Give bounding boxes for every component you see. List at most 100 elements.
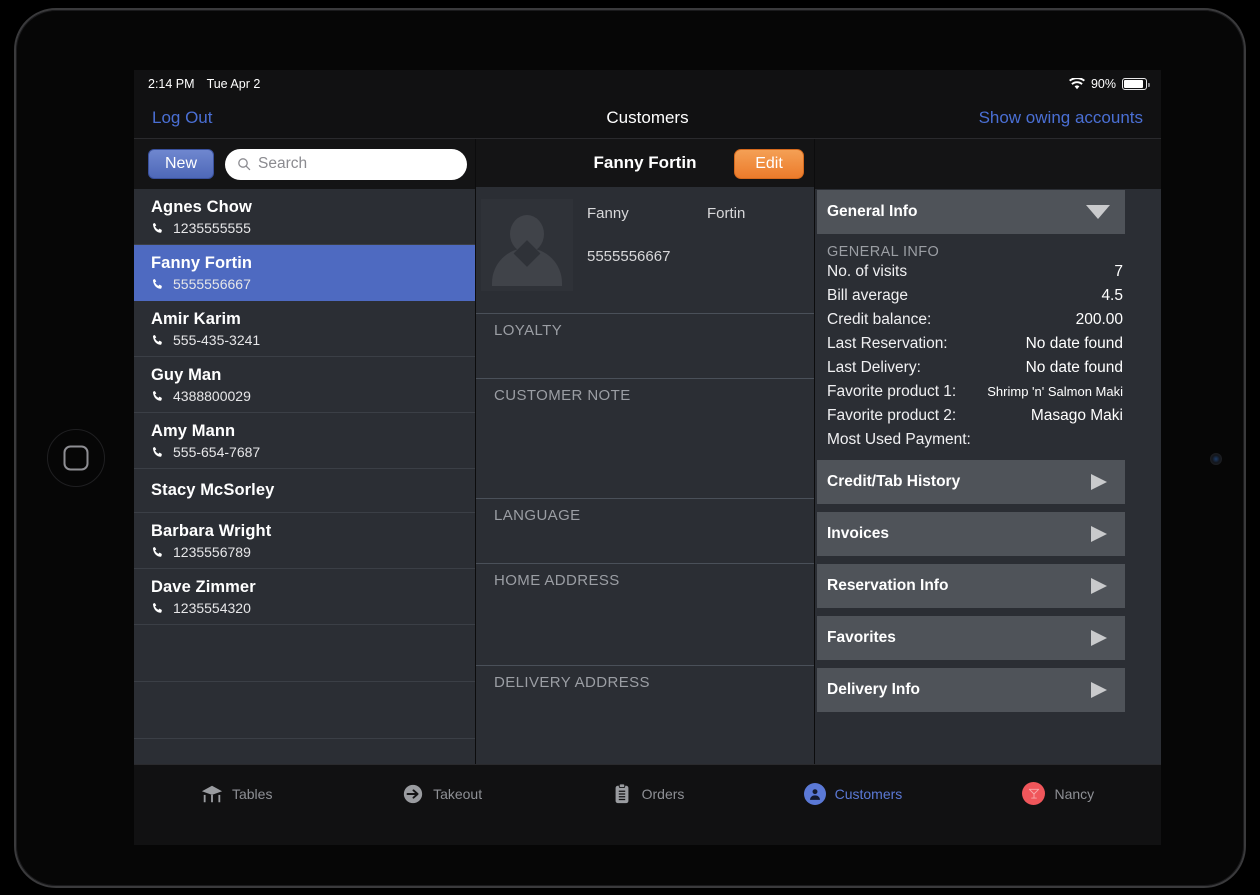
accordion-title: Reservation Info — [827, 577, 949, 594]
section-label: DELIVERY ADDRESS — [494, 673, 650, 691]
detail-header: Fanny Fortin Edit — [476, 139, 814, 187]
general-info-value: 7 — [1114, 263, 1123, 280]
general-info-key: Favorite product 2: — [827, 407, 957, 424]
accordion-title: General Info — [827, 203, 918, 220]
general-info-key: Most Used Payment: — [827, 431, 971, 448]
phone-icon — [152, 603, 162, 613]
customer-name: Amir Karim — [151, 310, 241, 328]
accordion-gap — [815, 660, 1161, 667]
tab-label: Tables — [231, 785, 273, 802]
list-item[interactable]: Dave Zimmer 1235554320 — [134, 569, 475, 625]
list-toolbar: New Search — [134, 139, 475, 189]
accordion-invoices[interactable]: Invoices — [817, 512, 1125, 556]
main-content: New Search Agnes Chow 1235555555 Fanny For… — [134, 139, 1161, 764]
general-info-value: No date found — [1025, 359, 1123, 376]
section-delivery-address[interactable]: DELIVERY ADDRESS — [476, 664, 814, 764]
customer-phone-row: 1235556789 — [151, 544, 475, 560]
list-row-empty — [134, 739, 475, 764]
phone-icon — [152, 391, 162, 401]
tab-nancy[interactable]: Nancy — [956, 782, 1161, 805]
customer-phone-row: 1235554320 — [151, 600, 475, 616]
phone-field[interactable]: 5555556667 — [587, 248, 814, 265]
section-loyalty[interactable]: LOYALTY — [476, 312, 814, 378]
phone-icon — [152, 447, 162, 457]
front-camera — [1210, 453, 1222, 465]
accordion-title: Favorites — [827, 629, 896, 646]
general-info-row: Favorite product 1: Shrimp 'n' Salmon Mak… — [817, 380, 1125, 404]
general-info-key: Favorite product 1: — [827, 383, 957, 400]
customer-phone-row: 5555556667 — [151, 276, 475, 292]
tab-label: Nancy — [1054, 785, 1095, 802]
section-label: LANGUAGE — [494, 507, 581, 525]
general-info-caption: GENERAL INFO — [827, 244, 940, 260]
status-bar: 2:14 PM Tue Apr 2 90% — [134, 70, 1161, 98]
list-item[interactable]: Fanny Fortin 5555556667 — [134, 245, 475, 301]
triangle-right-icon — [1091, 630, 1107, 646]
general-info-row: Last Reservation: No date found — [817, 332, 1125, 356]
accordion-list: General Info GENERAL INFO No. of visits 7… — [815, 189, 1161, 764]
list-item[interactable]: Amir Karim 555-435-3241 — [134, 301, 475, 357]
section-home-address[interactable]: HOME ADDRESS — [476, 563, 814, 664]
general-info-row: Most Used Payment: — [817, 428, 1125, 452]
section-customer-note[interactable]: CUSTOMER NOTE — [476, 377, 814, 498]
list-item[interactable]: Stacy McSorley — [134, 469, 475, 513]
tab-tables[interactable]: Tables — [134, 783, 339, 805]
search-input[interactable]: Search — [225, 148, 467, 180]
general-info-row: No. of visits 7 — [817, 260, 1125, 284]
section-label: CUSTOMER NOTE — [494, 386, 631, 404]
customer-list-scroll[interactable]: Agnes Chow 1235555555 Fanny Fortin 55555566… — [134, 189, 475, 764]
accordion-delivery-info[interactable]: Delivery Info — [817, 668, 1125, 712]
general-info-row: Favorite product 2: Masago Maki — [817, 404, 1125, 428]
general-info-row: Last Delivery: No date found — [817, 356, 1125, 380]
clipboard-icon — [615, 782, 629, 803]
tab-takeout[interactable]: Takeout — [339, 783, 544, 805]
list-item[interactable]: Agnes Chow 1235555555 — [134, 189, 475, 245]
phone-icon — [152, 279, 162, 289]
ipad-device-frame: 2:14 PM Tue Apr 2 90% Log Out Customers … — [14, 8, 1246, 888]
phone-icon — [152, 223, 162, 233]
first-name-field[interactable]: Fanny — [587, 205, 707, 222]
general-info-value: 4.5 — [1101, 287, 1123, 304]
person-icon — [803, 782, 826, 805]
last-name-field[interactable]: Fortin — [707, 205, 745, 222]
list-item[interactable]: Barbara Wright 1235556789 — [134, 513, 475, 569]
accordion-general-info[interactable]: General Info — [817, 190, 1125, 234]
general-info-key: Last Delivery: — [827, 359, 921, 376]
home-button[interactable] — [47, 429, 105, 487]
customer-name: Stacy McSorley — [151, 481, 275, 499]
general-info-row: Bill average 4.5 — [817, 284, 1125, 308]
list-item[interactable]: Guy Man 4388800029 — [134, 357, 475, 413]
right-toolbar — [815, 139, 1161, 189]
accordion-credit-tab-history[interactable]: Credit/Tab History — [817, 460, 1125, 504]
table-icon — [201, 785, 223, 802]
general-info-value: Masago Maki — [1030, 407, 1123, 424]
section-language[interactable]: LANGUAGE — [476, 498, 814, 563]
home-button-square-icon — [63, 445, 89, 471]
edit-button[interactable]: Edit — [734, 149, 804, 179]
page-title: Customers — [606, 108, 689, 127]
customer-phone: 5555556667 — [173, 276, 251, 292]
customer-phone-row: 555-654-7687 — [151, 444, 475, 460]
customer-phone-row: 555-435-3241 — [151, 332, 475, 348]
accordion-gap — [815, 504, 1161, 511]
customer-info-panel: General Info GENERAL INFO No. of visits 7… — [815, 139, 1161, 764]
accordion-title: Credit/Tab History — [827, 473, 961, 490]
list-item[interactable]: Amy Mann 555-654-7687 — [134, 413, 475, 469]
tab-orders[interactable]: Orders — [545, 782, 750, 805]
accordion-gap — [815, 452, 1161, 459]
new-customer-button[interactable]: New — [148, 149, 214, 179]
app-screen: 2:14 PM Tue Apr 2 90% Log Out Customers … — [134, 70, 1161, 845]
customer-name: Amy Mann — [151, 422, 236, 440]
accordion-reservation-info[interactable]: Reservation Info — [817, 564, 1125, 608]
triangle-down-icon — [1086, 205, 1110, 219]
list-row-empty — [134, 682, 475, 739]
customer-phone-row: 4388800029 — [151, 388, 475, 404]
triangle-right-icon — [1091, 526, 1107, 542]
tab-label: Customers — [834, 785, 903, 802]
search-placeholder: Search — [258, 155, 308, 172]
customer-detail-panel: Fanny Fortin Edit Fanny Fortin 555555666… — [476, 139, 815, 764]
general-info-value: 200.00 — [1075, 311, 1123, 328]
accordion-favorites[interactable]: Favorites — [817, 616, 1125, 660]
takeout-icon — [403, 784, 423, 803]
tab-customers[interactable]: Customers — [750, 782, 955, 805]
